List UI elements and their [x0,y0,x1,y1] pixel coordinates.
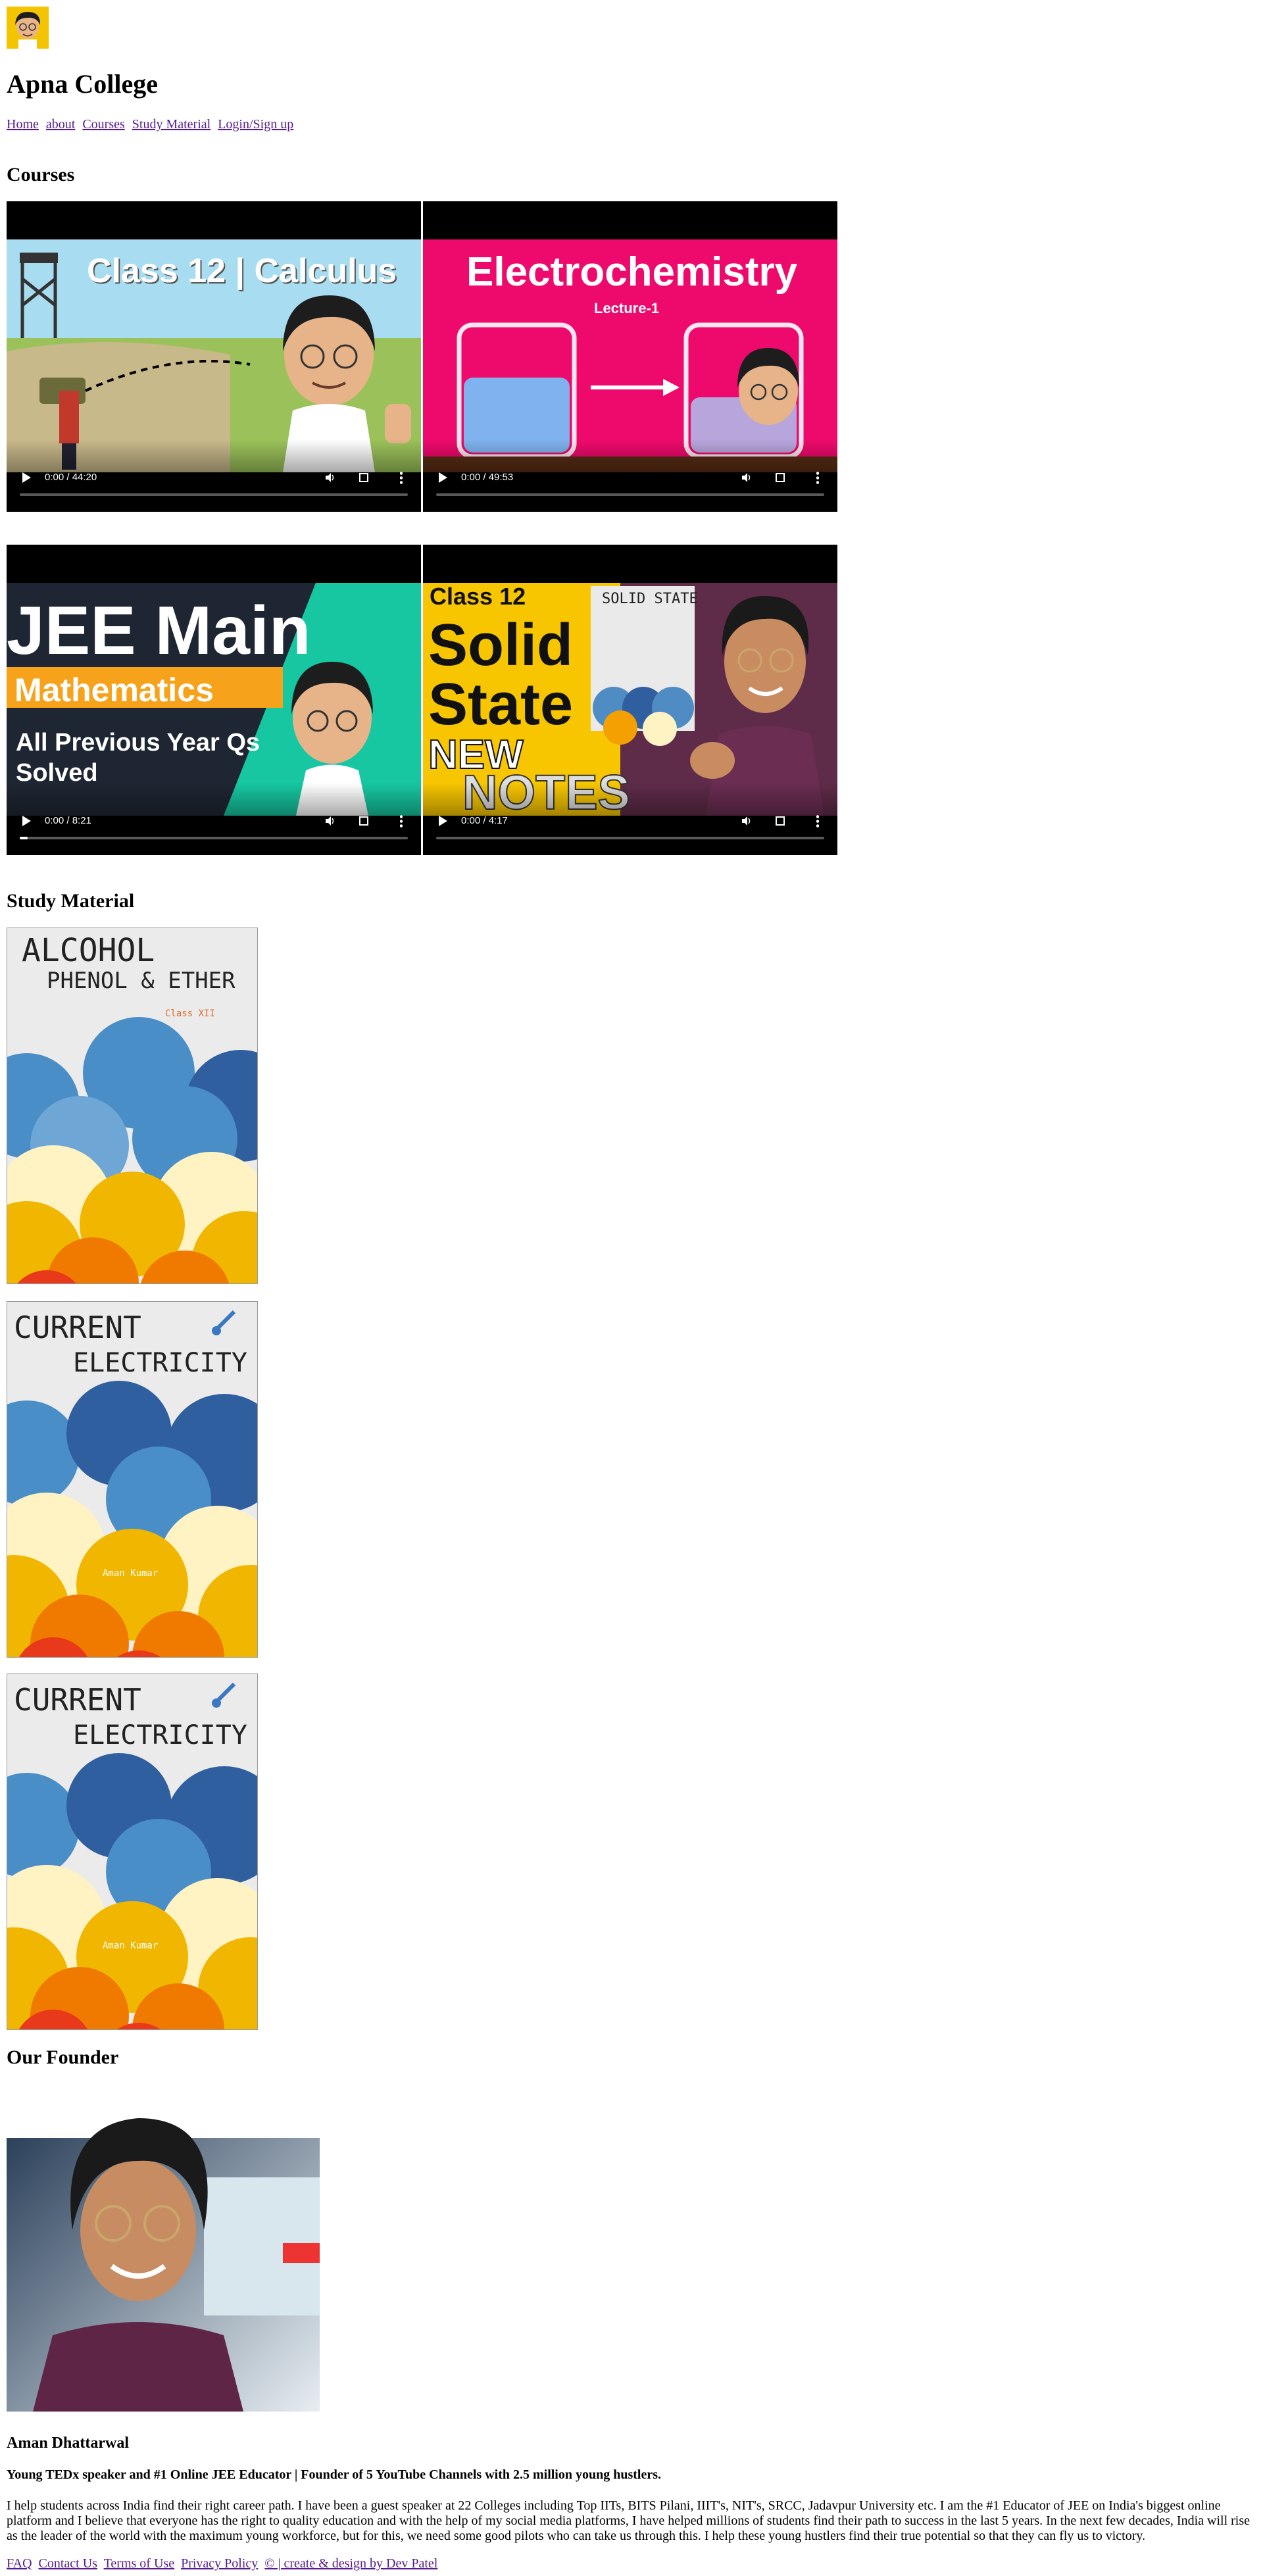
video-progress-bar[interactable] [436,493,824,496]
study-material-cover-current-electricity[interactable]: CURRENT ELECTRICITY Aman Kumar [7,1301,258,1658]
video-controls: 0:00 / 49:53 [423,439,837,512]
study-material-cover-alcohol[interactable]: ALCOHOL PHENOL & ETHER Class XII [7,928,258,1284]
footer-contact-link[interactable]: Contact Us [39,2556,97,2571]
cover-subtitle: ELECTRICITY [73,1720,247,1750]
founder-tagline: Young TEDx speaker and #1 Online JEE Edu… [7,2467,662,2482]
avatar-logo-icon [7,7,49,49]
video-thumbnail: Electrochemistry Lecture-1 [423,239,837,472]
more-options-icon[interactable] [816,471,819,484]
course-video-calculus[interactable]: Class 12 | Calculus 0:00 / 44:20 [7,201,421,512]
play-icon[interactable] [22,816,31,826]
thumbnail-title: Class 12 | Calculus [87,252,397,290]
nav-study-material-link[interactable]: Study Material [132,117,210,132]
cover-note: Aman Kumar [103,1941,159,1951]
thumbnail-title: JEE Main [7,593,311,669]
course-video-jee-main-maths[interactable]: JEE Main Mathematics All Previous Year Q… [7,545,421,855]
course-video-solid-state[interactable]: Class 12 Solid State NEW NOTES SOLID STA… [423,545,837,855]
cover-subtitle: PHENOL & ETHER [47,968,235,994]
fullscreen-icon[interactable] [359,816,368,826]
footer-privacy-link[interactable]: Privacy Policy [181,2556,258,2571]
thumbnail-line2: Mathematics [14,672,214,708]
nav-about-link[interactable]: about [46,117,75,132]
video-progress-bar[interactable] [20,493,408,496]
cover-note: Class XII [165,1008,215,1019]
video-controls: 0:00 / 4:17 [423,783,837,855]
play-icon[interactable] [22,472,31,483]
thumbnail-line3: State [428,672,574,737]
more-options-icon[interactable] [400,814,403,828]
footer-terms-link[interactable]: Terms of Use [104,2556,174,2571]
video-time: 0:00 / 49:53 [461,472,514,483]
thumbnail-line3: All Previous Year Qs [16,729,260,756]
site-title: Apna College [7,69,158,99]
cover-title: CURRENT [14,1682,141,1718]
cover-subtitle: ELECTRICITY [73,1348,247,1378]
play-icon[interactable] [439,472,447,483]
more-options-icon[interactable] [400,471,403,484]
video-thumbnail: JEE Main Mathematics All Previous Year Q… [7,583,421,816]
footer-links: FAQ Contact Us Terms of Use Privacy Poli… [7,2556,441,2571]
video-controls: 0:00 / 44:20 [7,439,421,512]
study-material-heading: Study Material [7,890,135,912]
volume-icon[interactable] [325,816,335,826]
fullscreen-icon[interactable] [776,473,785,482]
video-controls: 0:00 / 8:21 [7,783,421,855]
volume-icon[interactable] [741,816,752,826]
course-video-electrochemistry[interactable]: Electrochemistry Lecture-1 0:00 / 49:53 [423,201,837,512]
founder-bio: I help students across India find their … [7,2498,1251,2543]
video-thumbnail: Class 12 | Calculus [7,239,421,472]
fullscreen-icon[interactable] [359,473,368,482]
study-material-cover-current-electricity-2[interactable]: CURRENT ELECTRICITY Aman Kumar [7,1673,258,2030]
footer-credits-link[interactable]: © | create & design by Dev Patel [264,2556,437,2571]
nav-courses-link[interactable]: Courses [82,117,124,132]
volume-icon[interactable] [741,472,752,483]
thumbnail-title: Class 12 [430,583,526,610]
cover-title: CURRENT [14,1310,141,1345]
volume-icon[interactable] [325,472,335,483]
thumbnail-badge: SOLID STATE [602,591,698,607]
main-nav: Home about Courses Study Material Login/… [7,116,297,132]
fullscreen-icon[interactable] [776,816,785,826]
footer-faq-link[interactable]: FAQ [7,2556,32,2571]
cover-note: Aman Kumar [103,1568,159,1579]
video-progress-bar[interactable] [20,837,408,839]
video-progress-bar[interactable] [436,837,824,839]
cover-title: ALCOHOL [22,932,155,969]
video-thumbnail: Class 12 Solid State NEW NOTES SOLID STA… [423,583,837,816]
founder-photo [7,2098,320,2412]
more-options-icon[interactable] [816,814,819,828]
play-icon[interactable] [439,816,447,826]
thumbnail-subtitle: Lecture-1 [594,300,660,316]
thumbnail-title: Electrochemistry [466,249,798,295]
nav-home-link[interactable]: Home [7,117,39,132]
courses-heading: Courses [7,164,75,186]
nav-login-signup-link[interactable]: Login/Sign up [218,117,293,132]
video-time: 0:00 / 44:20 [45,472,97,483]
founder-name: Aman Dhattarwal [7,2435,129,2452]
video-time: 0:00 / 4:17 [461,815,508,826]
thumbnail-line2: Solid [428,612,573,678]
video-time: 0:00 / 8:21 [45,815,91,826]
founder-heading: Our Founder [7,2046,119,2068]
